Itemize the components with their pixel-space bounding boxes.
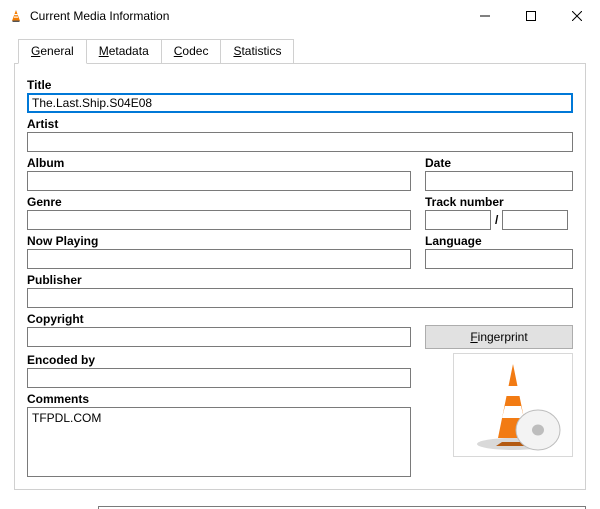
label-publisher: Publisher (27, 273, 573, 287)
label-album: Album (27, 156, 411, 170)
tab-metadata[interactable]: Metadata (87, 39, 162, 64)
label-encodedby: Encoded by (27, 353, 411, 367)
label-copyright: Copyright (27, 312, 411, 326)
cover-art (453, 353, 573, 457)
label-artist: Artist (27, 117, 573, 131)
label-title: Title (27, 78, 573, 92)
label-date: Date (425, 156, 573, 170)
track-number-field[interactable] (425, 210, 491, 230)
label-genre: Genre (27, 195, 411, 209)
label-comments: Comments (27, 392, 411, 406)
label-nowplaying: Now Playing (27, 234, 411, 248)
vlc-cone-icon (458, 358, 568, 452)
label-language: Language (425, 234, 573, 248)
minimize-button[interactable] (462, 0, 508, 32)
track-slash: / (495, 213, 498, 227)
app-icon (8, 8, 24, 24)
artist-field[interactable] (27, 132, 573, 152)
tab-codec[interactable]: Codec (162, 39, 222, 64)
publisher-field[interactable] (27, 288, 573, 308)
title-field[interactable] (27, 93, 573, 113)
maximize-button[interactable] (508, 0, 554, 32)
label-tracknumber: Track number (425, 195, 573, 209)
album-field[interactable] (27, 171, 411, 191)
nowplaying-field[interactable] (27, 249, 411, 269)
comments-field[interactable] (27, 407, 411, 477)
titlebar: Current Media Information (0, 0, 600, 32)
tabstrip: General Metadata Codec Statistics (18, 39, 586, 64)
encodedby-field[interactable] (27, 368, 411, 388)
genre-field[interactable] (27, 210, 411, 230)
track-total-field[interactable] (502, 210, 568, 230)
copyright-field[interactable] (27, 327, 411, 347)
tab-panel-general: Title Artist Album Date Genre Track numb… (14, 63, 586, 490)
tab-statistics[interactable]: Statistics (221, 39, 294, 64)
date-field[interactable] (425, 171, 573, 191)
window-title: Current Media Information (30, 9, 169, 23)
tab-general[interactable]: General (18, 39, 87, 64)
fingerprint-button[interactable]: Fingerprint (425, 325, 573, 349)
language-field[interactable] (425, 249, 573, 269)
close-window-button[interactable] (554, 0, 600, 32)
